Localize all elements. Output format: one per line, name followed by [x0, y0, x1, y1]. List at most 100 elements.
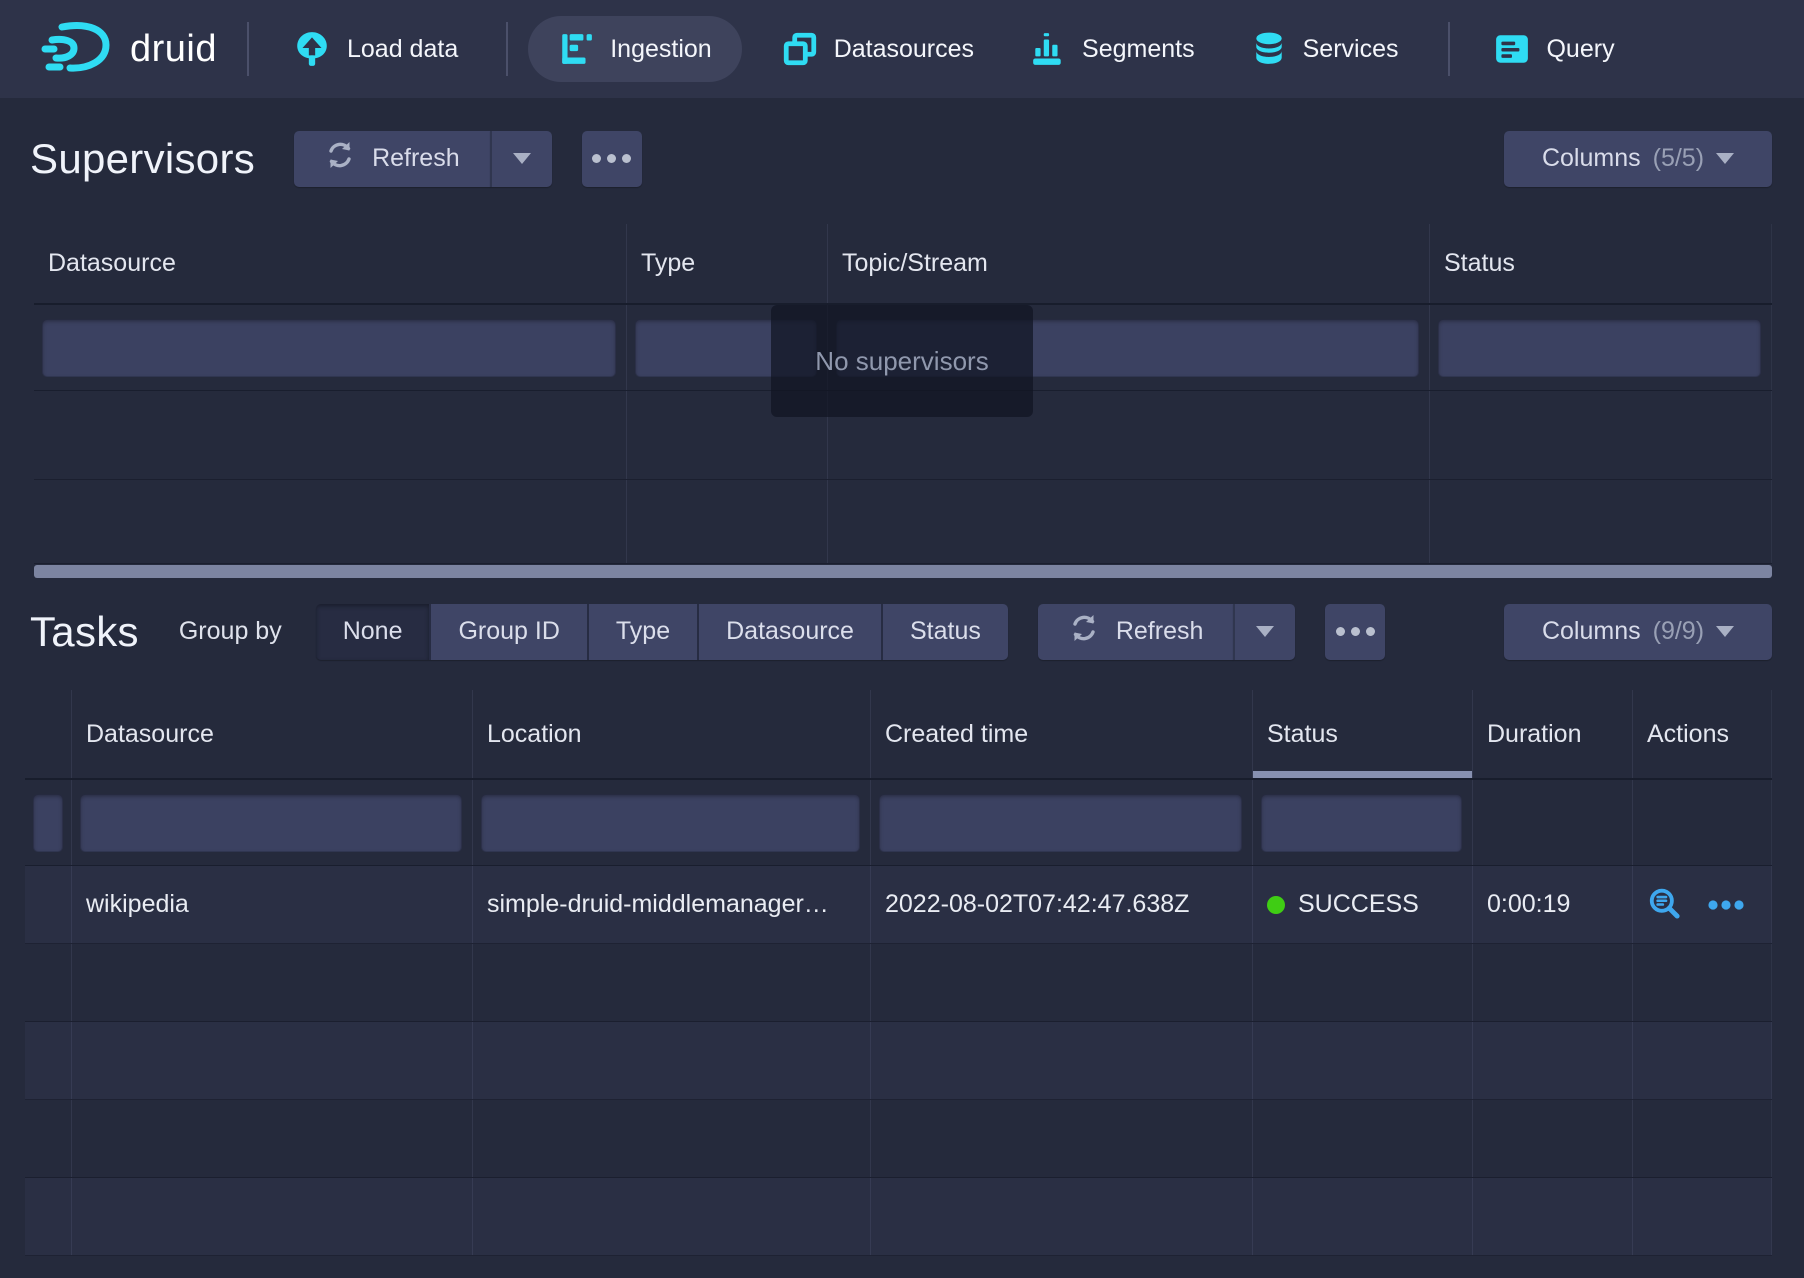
task-more-actions-icon[interactable] [1705, 887, 1747, 923]
navbar-divider [506, 22, 508, 76]
group-by-type-button[interactable]: Type [587, 604, 697, 660]
refresh-icon [324, 139, 356, 178]
column-header-type[interactable]: Type [627, 224, 828, 303]
nav-item-load-data[interactable]: Load data [293, 30, 458, 68]
druid-logo-icon [40, 18, 114, 81]
group-by-status-button[interactable]: Status [881, 604, 1008, 660]
empty-row [34, 480, 1772, 564]
filter-input-location[interactable] [481, 794, 860, 852]
supervisors-horizontal-scrollbar[interactable] [34, 565, 1772, 578]
tasks-refresh-split-button: Refresh [1038, 604, 1296, 660]
ingestion-bars-icon [558, 31, 594, 67]
nav-item-datasources[interactable]: Datasources [782, 31, 974, 67]
nav-item-label: Ingestion [610, 35, 711, 64]
no-supervisors-message: No supervisors [771, 305, 1033, 417]
group-by-datasource-button[interactable]: Datasource [697, 604, 881, 660]
filter-input-created-time[interactable] [879, 794, 1242, 852]
supervisors-more-button[interactable] [582, 131, 642, 187]
database-icon [1251, 31, 1287, 67]
chevron-down-icon [1716, 153, 1734, 164]
top-navbar: druid Load data Ingest [0, 0, 1804, 98]
column-header-status-sorted[interactable]: Status [1253, 690, 1473, 778]
chevron-down-icon [1716, 626, 1734, 637]
layers-icon [782, 31, 818, 67]
task-created-time-cell: 2022-08-02T07:42:47.638Z [871, 866, 1253, 943]
navbar-divider [1448, 22, 1450, 76]
supervisors-refresh-split-button: Refresh [294, 131, 552, 187]
column-header-actions[interactable]: Actions [1633, 690, 1772, 778]
empty-row [25, 1022, 1772, 1100]
column-header-location[interactable]: Location [473, 690, 871, 778]
bar-chart-icon [1030, 31, 1066, 67]
column-header-clipped[interactable] [25, 690, 72, 778]
nav-item-label: Services [1303, 35, 1399, 64]
column-header-datasource[interactable]: Datasource [72, 690, 473, 778]
empty-row [25, 1178, 1772, 1256]
filter-input-datasource[interactable] [80, 794, 462, 852]
supervisors-title: Supervisors [30, 135, 255, 183]
column-header-duration[interactable]: Duration [1473, 690, 1633, 778]
group-by-label: Group by [179, 617, 282, 646]
chevron-down-icon [513, 153, 531, 164]
filter-input-datasource[interactable] [42, 319, 616, 377]
nav-item-label: Load data [347, 35, 458, 64]
nav-item-query[interactable]: Query [1494, 31, 1614, 67]
filter-input-clipped[interactable] [33, 794, 63, 852]
column-header-created-time[interactable]: Created time [871, 690, 1253, 778]
filter-input-status[interactable] [1261, 794, 1462, 852]
columns-count: (5/5) [1653, 144, 1704, 173]
task-detail-magnifier-icon[interactable] [1647, 887, 1683, 923]
nav-item-services[interactable]: Services [1251, 31, 1399, 67]
supervisors-columns-button[interactable]: Columns (5/5) [1504, 131, 1772, 187]
supervisors-table: Datasource Type Topic/Stream Status No s… [34, 224, 1772, 564]
task-status-cell: SUCCESS [1253, 866, 1473, 943]
status-badge: SUCCESS [1298, 890, 1419, 919]
group-by-button-group: None Group ID Type Datasource Status [316, 604, 1008, 660]
nav-item-ingestion-active[interactable]: Ingestion [528, 16, 741, 82]
tasks-filter-row [25, 780, 1772, 866]
columns-label: Columns [1542, 144, 1641, 173]
task-location-cell: simple-druid-middlemanager… [473, 866, 871, 943]
druid-logo[interactable]: druid [40, 18, 217, 81]
nav-item-label: Segments [1082, 35, 1195, 64]
column-header-status[interactable]: Status [1430, 224, 1772, 303]
console-icon [1494, 31, 1530, 67]
nav-item-label: Datasources [834, 35, 974, 64]
tasks-more-button[interactable] [1325, 604, 1385, 660]
supervisors-header-row: Datasource Type Topic/Stream Status [34, 224, 1772, 305]
group-by-group-id-button[interactable]: Group ID [429, 604, 586, 660]
more-dots-icon [1336, 627, 1345, 636]
nav-item-segments[interactable]: Segments [1030, 31, 1195, 67]
tasks-title: Tasks [30, 608, 139, 656]
supervisors-refresh-button[interactable]: Refresh [294, 131, 490, 187]
column-header-datasource[interactable]: Datasource [34, 224, 627, 303]
task-row-wikipedia[interactable]: wikipedia simple-druid-middlemanager… 20… [25, 866, 1772, 944]
nav-item-label: Query [1546, 35, 1614, 64]
task-duration-cell: 0:00:19 [1473, 866, 1633, 943]
sort-indicator [1253, 771, 1472, 778]
task-datasource-cell: wikipedia [72, 866, 473, 943]
druid-logo-text: druid [130, 28, 217, 71]
tasks-columns-button[interactable]: Columns (9/9) [1504, 604, 1772, 660]
empty-row [25, 944, 1772, 1022]
supervisors-refresh-dropdown-button[interactable] [490, 131, 552, 187]
refresh-label: Refresh [372, 144, 460, 173]
tasks-table: Datasource Location Created time Status … [25, 690, 1772, 1256]
refresh-label: Refresh [1116, 617, 1204, 646]
group-by-none-button[interactable]: None [316, 604, 430, 660]
filter-input-status[interactable] [1438, 319, 1761, 377]
refresh-icon [1068, 612, 1100, 651]
columns-count: (9/9) [1653, 617, 1704, 646]
supervisors-titlebar: Supervisors Refresh Columns (5/5) [30, 128, 1772, 189]
status-success-dot-icon [1267, 896, 1285, 914]
upload-icon [293, 30, 331, 68]
more-dots-icon [592, 154, 601, 163]
tasks-refresh-button[interactable]: Refresh [1038, 604, 1234, 660]
tasks-titlebar: Tasks Group by None Group ID Type Dataso… [30, 601, 1772, 662]
chevron-down-icon [1256, 626, 1274, 637]
tasks-refresh-dropdown-button[interactable] [1233, 604, 1295, 660]
column-header-topic-stream[interactable]: Topic/Stream [828, 224, 1430, 303]
task-actions-cell [1633, 866, 1772, 943]
columns-label: Columns [1542, 617, 1641, 646]
tasks-header-row: Datasource Location Created time Status … [25, 690, 1772, 780]
